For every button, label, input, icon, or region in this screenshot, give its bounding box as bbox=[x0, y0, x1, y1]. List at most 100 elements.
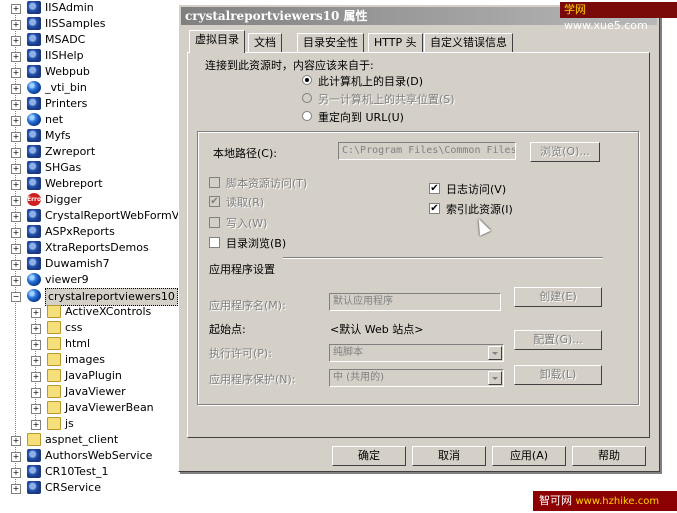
expand-icon[interactable]: + bbox=[11, 276, 21, 286]
expand-icon[interactable]: + bbox=[31, 340, 41, 350]
expand-icon[interactable]: + bbox=[31, 372, 41, 382]
check-index-resource[interactable]: ✔ bbox=[429, 203, 440, 214]
ok-button[interactable]: 确定 bbox=[332, 446, 406, 466]
expand-icon[interactable]: + bbox=[31, 356, 41, 366]
tree-item[interactable]: + JavaViewer bbox=[0, 384, 200, 400]
expand-icon[interactable]: + bbox=[31, 308, 41, 318]
tab-directory-security[interactable]: 目录安全性 bbox=[297, 33, 364, 52]
expand-icon[interactable]: + bbox=[11, 228, 21, 238]
radio-redirect[interactable] bbox=[302, 111, 312, 121]
expand-icon[interactable]: + bbox=[11, 244, 21, 254]
check-read[interactable]: ✔ bbox=[209, 196, 220, 207]
tree-item[interactable]: + images bbox=[0, 352, 200, 368]
tree-item[interactable]: + Webreport bbox=[0, 176, 200, 192]
expand-icon[interactable]: + bbox=[11, 84, 21, 94]
tree-item[interactable]: + viewer9 bbox=[0, 272, 200, 288]
app-protect-value: 中 (共用的) bbox=[333, 372, 384, 383]
tree-item[interactable]: + MSADC bbox=[0, 32, 200, 48]
tree-item[interactable]: + IISHelp bbox=[0, 48, 200, 64]
tree-item[interactable]: + Printers bbox=[0, 96, 200, 112]
folder-icon bbox=[47, 385, 61, 398]
collapse-icon[interactable]: − bbox=[11, 292, 21, 302]
app-name-field[interactable]: 默认应用程序 bbox=[329, 293, 501, 311]
tab-custom-errors[interactable]: 自定义错误信息 bbox=[424, 33, 513, 52]
chevron-down-icon[interactable] bbox=[488, 346, 502, 360]
tree-item[interactable]: + js bbox=[0, 416, 200, 432]
expand-icon[interactable]: + bbox=[31, 324, 41, 334]
app-protect-select[interactable]: 中 (共用的) bbox=[329, 369, 504, 387]
check-directory-browse-label: 目录浏览(B) bbox=[226, 237, 287, 250]
expand-icon[interactable]: + bbox=[11, 164, 21, 174]
tree-item[interactable]: + SHGas bbox=[0, 160, 200, 176]
check-directory-browse[interactable] bbox=[209, 237, 220, 248]
tree-item[interactable]: + CR10Test_1 bbox=[0, 464, 200, 480]
tree-item[interactable]: + JavaViewerBean bbox=[0, 400, 200, 416]
chevron-down-icon[interactable] bbox=[488, 371, 502, 385]
config-button[interactable]: 配置(G)... bbox=[514, 330, 602, 350]
tree-item[interactable]: + Error Digger bbox=[0, 192, 200, 208]
globe-icon bbox=[27, 289, 41, 302]
create-button[interactable]: 创建(E) bbox=[514, 287, 602, 307]
expand-icon[interactable]: + bbox=[11, 212, 21, 222]
tree-item[interactable]: + JavaPlugin bbox=[0, 368, 200, 384]
tab-http-headers[interactable]: HTTP 头 bbox=[368, 33, 423, 52]
tree-item[interactable]: + Zwreport bbox=[0, 144, 200, 160]
expand-icon[interactable]: + bbox=[11, 36, 21, 46]
tree-item[interactable]: + _vti_bin bbox=[0, 80, 200, 96]
tree-item[interactable]: + ASPxReports bbox=[0, 224, 200, 240]
tree-item[interactable]: + AuthorsWebService bbox=[0, 448, 200, 464]
expand-icon[interactable]: + bbox=[11, 468, 21, 478]
unload-button[interactable]: 卸载(L) bbox=[514, 365, 602, 385]
check-write[interactable] bbox=[209, 217, 220, 228]
tree-item[interactable]: + net bbox=[0, 112, 200, 128]
tree-item-label: ASPxReports bbox=[45, 225, 115, 238]
tree-item[interactable]: − crystalreportviewers10 bbox=[0, 288, 200, 306]
expand-icon[interactable]: + bbox=[11, 20, 21, 30]
exec-perm-select[interactable]: 纯脚本 bbox=[329, 344, 504, 362]
expand-icon[interactable]: + bbox=[31, 404, 41, 414]
expand-icon[interactable]: + bbox=[11, 452, 21, 462]
tree-item-label: Duwamish7 bbox=[45, 257, 110, 270]
expand-icon[interactable]: + bbox=[11, 436, 21, 446]
expand-icon[interactable]: + bbox=[11, 132, 21, 142]
radio-share[interactable] bbox=[302, 93, 312, 103]
radio-local-directory[interactable] bbox=[302, 75, 312, 85]
expand-icon[interactable]: + bbox=[11, 68, 21, 78]
iis-tree[interactable]: + IISAdmin + IISSamples + MSADC + IISHelp + Webpu… bbox=[0, 0, 200, 500]
expand-icon[interactable]: + bbox=[11, 260, 21, 270]
watermark-top-url: www.xue5.com bbox=[564, 19, 648, 32]
expand-icon[interactable]: + bbox=[11, 148, 21, 158]
local-path-field[interactable]: C:\Program Files\Common Files bbox=[338, 142, 516, 160]
tree-item[interactable]: + IISAdmin bbox=[0, 0, 200, 16]
help-button[interactable]: 帮助 bbox=[572, 446, 646, 466]
expand-icon[interactable]: + bbox=[11, 484, 21, 494]
expand-icon[interactable]: + bbox=[11, 180, 21, 190]
browse-button[interactable]: 浏览(O)... bbox=[530, 142, 600, 162]
tree-item[interactable]: + aspnet_client bbox=[0, 432, 200, 448]
tab-panel: 连接到此资源时，内容应该来自于: 此计算机上的目录(D) 另一计算机上的共享位置… bbox=[187, 52, 650, 438]
expand-icon[interactable]: + bbox=[11, 116, 21, 126]
tree-item[interactable]: + CRService bbox=[0, 480, 200, 496]
check-log-visits[interactable]: ✔ bbox=[429, 183, 440, 194]
tree-item[interactable]: + IISSamples bbox=[0, 16, 200, 32]
expand-icon[interactable]: + bbox=[11, 196, 21, 206]
expand-icon[interactable]: + bbox=[11, 52, 21, 62]
apply-button[interactable]: 应用(A) bbox=[492, 446, 566, 466]
tree-item[interactable]: + Duwamish7 bbox=[0, 256, 200, 272]
check-script-source[interactable] bbox=[209, 177, 220, 188]
cancel-button[interactable]: 取消 bbox=[412, 446, 486, 466]
expand-icon[interactable]: + bbox=[11, 100, 21, 110]
tree-item-label: Zwreport bbox=[45, 145, 96, 158]
tree-item[interactable]: + CrystalReportWebFormView bbox=[0, 208, 200, 224]
tree-item[interactable]: + css bbox=[0, 320, 200, 336]
expand-icon[interactable]: + bbox=[11, 4, 21, 14]
tree-item[interactable]: + Myfs bbox=[0, 128, 200, 144]
tab-virtual-directory[interactable]: 虚拟目录 bbox=[189, 30, 245, 53]
tree-item[interactable]: + Webpub bbox=[0, 64, 200, 80]
expand-icon[interactable]: + bbox=[31, 388, 41, 398]
expand-icon[interactable]: + bbox=[31, 420, 41, 430]
tree-item[interactable]: + ActiveXControls bbox=[0, 304, 200, 320]
tab-documents[interactable]: 文档 bbox=[248, 33, 282, 52]
tree-item[interactable]: + XtraReportsDemos bbox=[0, 240, 200, 256]
tree-item[interactable]: + html bbox=[0, 336, 200, 352]
